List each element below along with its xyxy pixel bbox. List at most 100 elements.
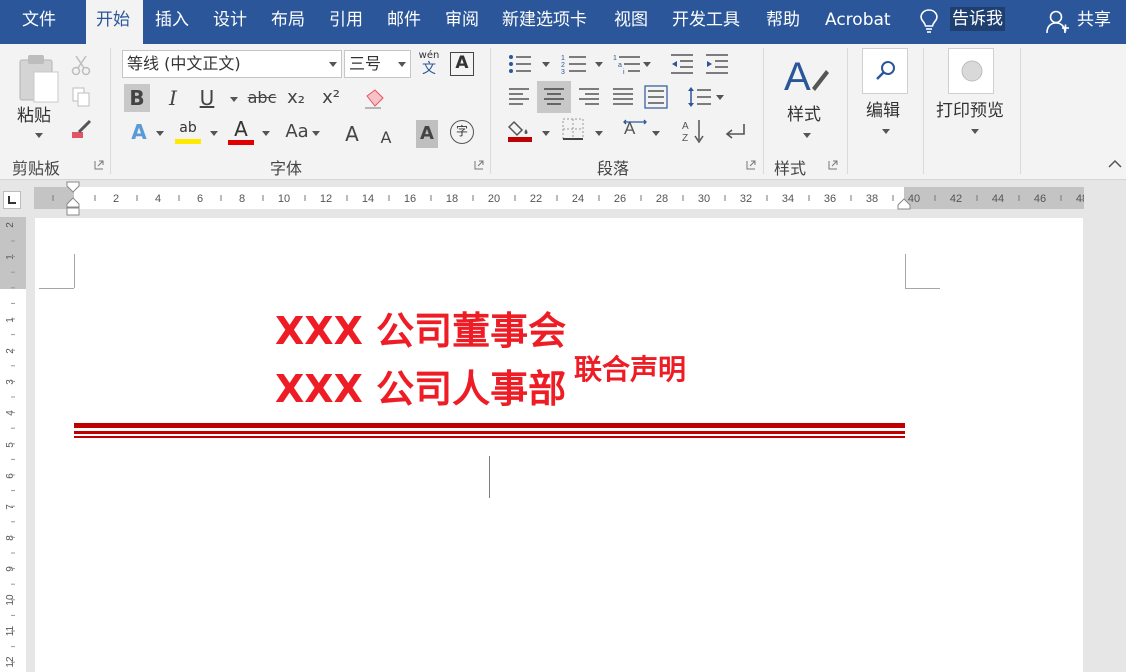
line-spacing-dropdown-icon[interactable] — [716, 95, 724, 100]
clear-formatting-icon[interactable] — [363, 88, 385, 110]
shrink-font-button[interactable]: A — [373, 124, 399, 152]
ruler-number: 26 — [614, 193, 626, 205]
align-left-icon[interactable] — [508, 86, 530, 108]
align-center-button[interactable] — [537, 81, 571, 113]
subscript-button[interactable]: x₂ — [283, 84, 309, 112]
joint-statement-label[interactable]: 联合声明 — [574, 348, 686, 388]
tab-selector-button[interactable] — [3, 191, 21, 209]
show-marks-icon[interactable] — [724, 120, 746, 142]
decrease-indent-icon[interactable] — [670, 53, 694, 75]
editing-button[interactable] — [862, 48, 908, 94]
paragraph-launcher-icon[interactable] — [746, 160, 756, 170]
font-color-dropdown-icon[interactable] — [262, 131, 270, 136]
tab-view[interactable]: 视图 — [614, 0, 648, 44]
line-spacing-icon[interactable] — [686, 85, 712, 109]
font-name-combo[interactable]: 等线 (中文正文) — [122, 50, 342, 78]
tab-file[interactable]: 文件 — [22, 0, 56, 44]
first-line-indent-icon[interactable] — [66, 181, 80, 217]
tab-design[interactable]: 设计 — [213, 0, 247, 44]
right-indent-icon[interactable] — [897, 198, 911, 212]
tell-me-input[interactable]: 告诉我 — [950, 7, 1005, 31]
increase-indent-icon[interactable] — [705, 53, 729, 75]
shading-dropdown-icon[interactable] — [542, 131, 550, 136]
tab-mailings[interactable]: 邮件 — [387, 0, 421, 44]
paste-label[interactable]: 粘贴 — [17, 101, 51, 126]
chevron-down-icon[interactable] — [398, 62, 406, 67]
collapse-ribbon-icon[interactable] — [1108, 158, 1122, 168]
tab-layout[interactable]: 布局 — [271, 0, 305, 44]
styles-dropdown-icon[interactable] — [803, 133, 811, 138]
bullets-icon[interactable] — [508, 53, 532, 75]
bullets-dropdown-icon[interactable] — [542, 62, 550, 67]
chinese-layout-dropdown-icon[interactable] — [652, 131, 660, 136]
enclose-characters-button[interactable]: 字 — [450, 120, 474, 144]
tab-review[interactable]: 审阅 — [445, 0, 479, 44]
tab-new-tab[interactable]: 新建选项卡 — [502, 0, 587, 44]
character-border-button[interactable]: A — [450, 52, 474, 76]
bold-button[interactable]: B — [124, 84, 150, 112]
justify-icon[interactable] — [612, 86, 634, 108]
share-label[interactable]: 共享 — [1077, 0, 1111, 44]
editing-label[interactable]: 编辑 — [866, 96, 900, 121]
change-case-button[interactable]: Aa — [282, 118, 312, 146]
document-page[interactable]: XXX 公司董事会 XXX 公司人事部 联合声明 — [35, 218, 1083, 672]
grow-font-button[interactable]: A — [339, 120, 365, 148]
character-shading-button[interactable]: A — [416, 120, 438, 148]
font-launcher-icon[interactable] — [474, 160, 484, 170]
chevron-down-icon[interactable] — [329, 62, 337, 67]
distributed-icon[interactable] — [644, 85, 668, 109]
highlight-dropdown-icon[interactable] — [210, 131, 218, 136]
shading-icon[interactable] — [508, 118, 532, 142]
tab-developer[interactable]: 开发工具 — [672, 0, 740, 44]
multilevel-dropdown-icon[interactable] — [643, 62, 651, 67]
ruler-number: 38 — [866, 193, 878, 205]
letterhead-line-2[interactable]: XXX 公司人事部 — [275, 358, 566, 413]
vruler-number: 1 — [5, 317, 16, 323]
underline-button[interactable]: U — [194, 84, 220, 112]
editing-dropdown-icon[interactable] — [882, 129, 890, 134]
cut-icon[interactable] — [70, 54, 92, 76]
borders-dropdown-icon[interactable] — [595, 131, 603, 136]
copy-icon[interactable] — [70, 86, 92, 108]
change-case-dropdown-icon[interactable] — [312, 131, 320, 136]
sort-icon[interactable]: A Z — [682, 118, 706, 144]
clipboard-launcher-icon[interactable] — [94, 160, 104, 170]
multilevel-list-icon[interactable]: 1 a i — [613, 53, 641, 75]
chinese-layout-icon[interactable]: A — [622, 118, 648, 140]
print-preview-label[interactable]: 打印预览 — [936, 96, 1004, 121]
styles-launcher-icon[interactable] — [828, 160, 838, 170]
print-preview-dropdown-icon[interactable] — [971, 129, 979, 134]
strikethrough-button[interactable]: abc — [246, 84, 278, 112]
lightbulb-icon[interactable] — [918, 8, 940, 34]
highlight-button[interactable]: ab — [175, 118, 201, 146]
align-right-icon[interactable] — [578, 86, 600, 108]
corner-mark-tl-h — [39, 288, 74, 289]
tab-acrobat[interactable]: Acrobat — [825, 0, 891, 44]
tab-help[interactable]: 帮助 — [766, 0, 800, 44]
phonetic-guide-button[interactable]: wén 文 — [417, 50, 441, 80]
paste-icon[interactable] — [16, 52, 62, 104]
borders-icon[interactable] — [562, 118, 584, 140]
superscript-button[interactable]: x² — [318, 84, 344, 112]
numbering-icon[interactable]: 1 2 3 — [561, 53, 587, 75]
text-effects-dropdown-icon[interactable] — [156, 131, 164, 136]
numbering-dropdown-icon[interactable] — [595, 62, 603, 67]
format-painter-icon[interactable] — [70, 118, 94, 140]
horizontal-ruler[interactable]: 2 4 6 8 10 12 14 16 18 20 22 24 26 28 30 32 34 36 38 40 42 44… — [0, 181, 1126, 217]
print-preview-button[interactable] — [948, 48, 994, 94]
underline-dropdown-icon[interactable] — [230, 97, 238, 102]
vertical-ruler[interactable]: 2 1 1 2 3 4 5 6 7 8 9 10 11 12 — [0, 217, 26, 672]
letterhead-line-1[interactable]: XXX 公司董事会 — [275, 300, 566, 355]
tab-insert[interactable]: 插入 — [155, 0, 189, 44]
styles-label[interactable]: 样式 — [787, 100, 821, 125]
text-effects-button[interactable]: A — [126, 118, 152, 146]
tab-references[interactable]: 引用 — [329, 0, 363, 44]
share-person-icon[interactable] — [1046, 9, 1070, 35]
tab-home[interactable]: 开始 — [86, 0, 143, 44]
group-divider — [110, 48, 111, 174]
font-size-combo[interactable]: 三号 — [344, 50, 411, 78]
paste-dropdown-icon[interactable] — [35, 133, 43, 138]
italic-button[interactable]: I — [160, 84, 186, 112]
font-color-button[interactable]: A — [228, 118, 254, 146]
styles-icon[interactable]: A — [782, 52, 830, 96]
